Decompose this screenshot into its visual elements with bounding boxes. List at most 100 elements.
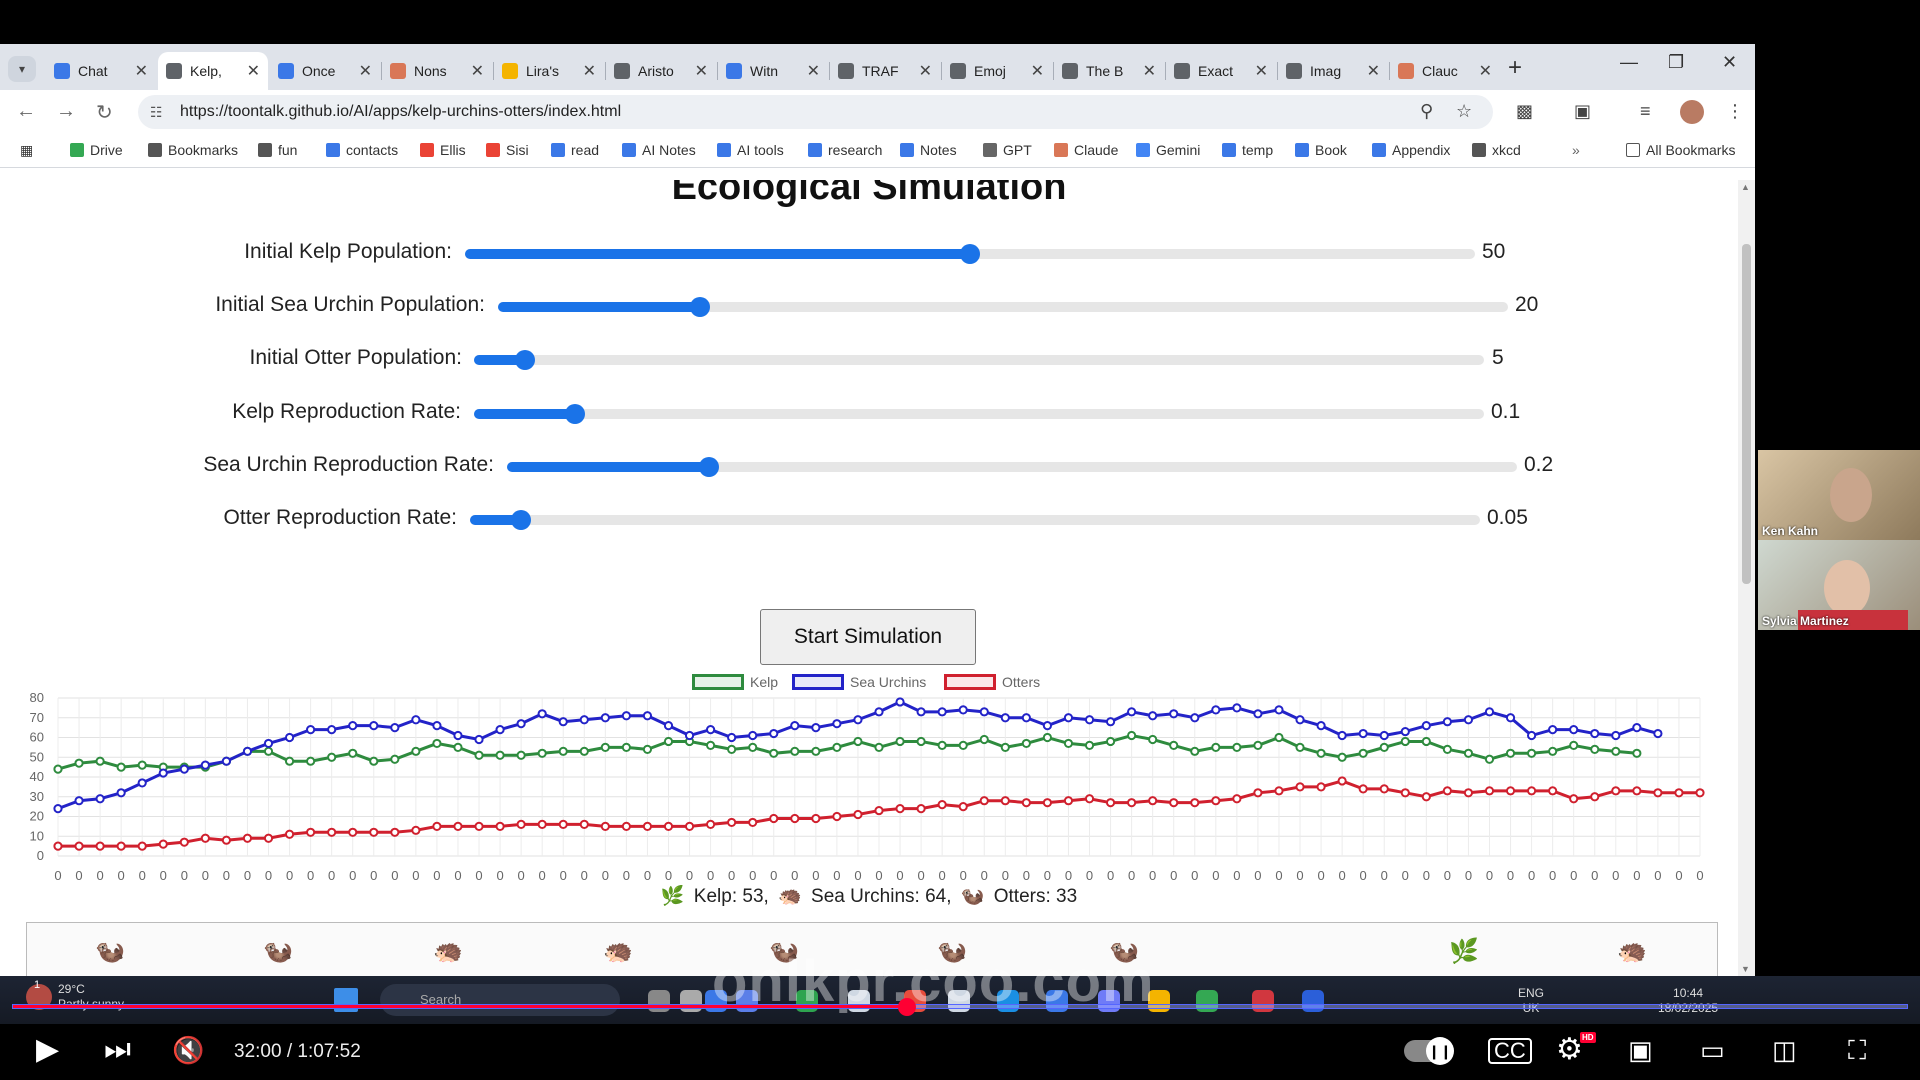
slider-track[interactable] <box>474 404 1484 424</box>
bookmark-item[interactable]: Appendix <box>1372 142 1450 158</box>
browser-tab[interactable]: The B ✕ <box>1054 52 1164 90</box>
restore-icon[interactable]: ❐ <box>1668 52 1684 73</box>
start-simulation-button[interactable]: Start Simulation <box>760 609 976 665</box>
scroll-thumb[interactable] <box>1742 244 1751 584</box>
screenshot-icon[interactable]: ▣ <box>1574 101 1591 122</box>
tab-close-icon[interactable]: ✕ <box>583 61 596 81</box>
language-indicator[interactable]: ENG UK <box>1518 986 1544 1016</box>
scroll-down-icon[interactable]: ▼ <box>1741 964 1750 974</box>
slider-track[interactable] <box>474 350 1484 370</box>
menu-icon[interactable]: ⋮ <box>1726 101 1744 122</box>
bookmark-item[interactable]: Claude <box>1054 142 1118 158</box>
bookmark-item[interactable]: Bookmarks <box>148 142 238 158</box>
bookmark-item[interactable]: Gemini <box>1136 142 1200 158</box>
extensions-icon[interactable]: ▩ <box>1516 101 1533 122</box>
url-text[interactable]: https://toontalk.github.io/AI/apps/kelp-… <box>180 103 621 121</box>
bookmark-item[interactable]: Ellis <box>420 142 466 158</box>
slider-thumb[interactable] <box>511 510 531 530</box>
slider-thumb[interactable] <box>515 350 535 370</box>
bookmark-item[interactable]: contacts <box>326 142 398 158</box>
bookmark-item[interactable]: temp <box>1222 142 1273 158</box>
site-info-icon[interactable]: ☷ <box>150 104 163 121</box>
browser-tab[interactable]: Nons ✕ <box>382 52 492 90</box>
bookmark-item[interactable]: Notes <box>900 142 957 158</box>
browser-tab[interactable]: Chat ✕ <box>46 52 156 90</box>
browser-tab[interactable]: Imag ✕ <box>1278 52 1388 90</box>
browser-tab[interactable]: TRAF ✕ <box>830 52 940 90</box>
slider-track[interactable] <box>498 297 1508 317</box>
miniplayer-icon[interactable]: ▣ <box>1628 1032 1653 1068</box>
tab-close-icon[interactable]: ✕ <box>471 61 484 81</box>
theater-mode-icon[interactable]: ▭ <box>1700 1032 1725 1068</box>
bookmark-item[interactable]: research <box>808 142 882 158</box>
scroll-up-icon[interactable]: ▲ <box>1741 182 1750 192</box>
tab-close-icon[interactable]: ✕ <box>135 61 148 81</box>
page-scrollbar[interactable]: ▲ ▼ <box>1738 180 1755 976</box>
new-tab-button[interactable]: + <box>1508 54 1522 82</box>
legend-kelp[interactable]: Kelp <box>692 674 778 690</box>
fullscreen-icon[interactable]: ⛶ <box>1848 1032 1866 1068</box>
apps-icon[interactable]: ▦ <box>20 142 33 159</box>
bookmark-item[interactable]: Book <box>1295 142 1347 158</box>
bookmark-item[interactable]: Drive <box>70 142 123 158</box>
minimize-icon[interactable]: — <box>1620 52 1638 73</box>
tab-close-icon[interactable]: ✕ <box>247 61 260 81</box>
slider-track[interactable] <box>507 457 1517 477</box>
bookmark-item[interactable]: xkcd <box>1472 142 1521 158</box>
tab-close-icon[interactable]: ✕ <box>1479 61 1492 81</box>
bookmark-item[interactable]: read <box>551 142 599 158</box>
next-icon[interactable]: ⏭ <box>104 1032 131 1068</box>
progress-scrubber[interactable] <box>898 998 916 1016</box>
tab-close-icon[interactable]: ✕ <box>919 61 932 81</box>
tab-close-icon[interactable]: ✕ <box>807 61 820 81</box>
tab-search-button[interactable]: ▾ <box>8 56 36 82</box>
legend-sea-urchins[interactable]: Sea Urchins <box>792 674 926 690</box>
bookmark-item[interactable]: fun <box>258 142 297 158</box>
slider-thumb[interactable] <box>699 457 719 477</box>
autoplay-toggle[interactable]: ❙❙ <box>1404 1037 1454 1065</box>
tab-close-icon[interactable]: ✕ <box>1143 61 1156 81</box>
browser-tab[interactable]: Kelp, ✕ <box>158 52 268 90</box>
slider-thumb[interactable] <box>690 297 710 317</box>
bookmark-item[interactable]: AI tools <box>717 142 784 158</box>
captions-icon[interactable]: CC <box>1488 1038 1532 1064</box>
mute-icon[interactable]: 🔇 <box>172 1032 204 1068</box>
zoom-icon[interactable]: ⚲ <box>1420 101 1433 122</box>
tab-close-icon[interactable]: ✕ <box>1367 61 1380 81</box>
play-icon[interactable]: ▶ <box>36 1032 59 1068</box>
reload-icon[interactable]: ↻ <box>96 100 113 125</box>
tab-close-icon[interactable]: ✕ <box>1255 61 1268 81</box>
taskbar-search[interactable]: Search <box>380 984 620 1016</box>
tab-close-icon[interactable]: ✕ <box>1031 61 1044 81</box>
slider-track[interactable] <box>465 244 1475 264</box>
legend-otters[interactable]: Otters <box>944 674 1040 690</box>
cast-icon[interactable]: ◫ <box>1772 1032 1797 1068</box>
back-icon[interactable]: ← <box>16 100 36 123</box>
more-bookmarks-icon[interactable]: » <box>1572 142 1580 158</box>
bookmark-item[interactable]: AI Notes <box>622 142 696 158</box>
settings-icon[interactable]: ⚙ <box>1556 1032 1583 1068</box>
browser-tab[interactable]: Exact ✕ <box>1166 52 1276 90</box>
close-window-icon[interactable]: ✕ <box>1722 52 1737 73</box>
bookmark-item[interactable]: Sisi <box>486 142 529 158</box>
browser-tab[interactable]: Once ✕ <box>270 52 380 90</box>
browser-tab[interactable]: Lira's ✕ <box>494 52 604 90</box>
all-bookmarks-folder[interactable]: All Bookmarks <box>1626 142 1735 158</box>
slider-track[interactable] <box>470 510 1480 530</box>
profile-avatar[interactable] <box>1680 100 1704 124</box>
browser-tab[interactable]: Aristo ✕ <box>606 52 716 90</box>
tab-close-icon[interactable]: ✕ <box>695 61 708 81</box>
video-progress-bar[interactable] <box>12 998 1908 1016</box>
browser-tab[interactable]: Clauc ✕ <box>1390 52 1500 90</box>
tab-close-icon[interactable]: ✕ <box>359 61 372 81</box>
browser-tab[interactable]: Emoj ✕ <box>942 52 1052 90</box>
bookmark-item[interactable]: GPT <box>983 142 1032 158</box>
slider-thumb[interactable] <box>960 244 980 264</box>
browser-tab[interactable]: Witn ✕ <box>718 52 828 90</box>
forward-icon[interactable]: → <box>56 100 76 123</box>
slider-thumb[interactable] <box>565 404 585 424</box>
star-icon[interactable]: ☆ <box>1456 101 1472 122</box>
address-bar[interactable]: ☷ https://toontalk.github.io/AI/apps/kel… <box>138 95 1493 129</box>
media-icon[interactable]: ≡ <box>1640 101 1651 122</box>
clock[interactable]: 10:44 18/02/2025 <box>1658 986 1718 1016</box>
